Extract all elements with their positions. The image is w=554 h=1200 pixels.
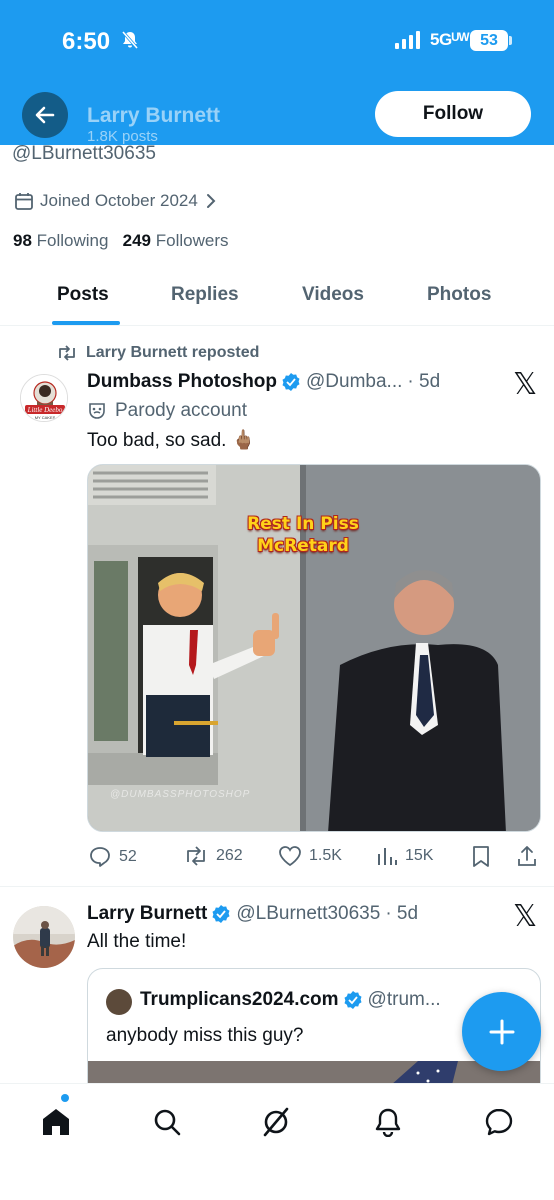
bell-muted-icon (121, 31, 139, 49)
post-text: Too bad, so sad. 🖕🏽 (87, 430, 256, 451)
tab-videos[interactable]: Videos (302, 284, 364, 306)
nav-home[interactable] (36, 1102, 76, 1142)
search-icon (154, 1109, 181, 1136)
svg-text:Little Deebo: Little Deebo (27, 406, 63, 414)
battery-cap (509, 36, 512, 45)
post-media-image[interactable]: Rest In Piss McRetard @DUMBASSPHOTOSHOP (87, 464, 541, 832)
nav-search[interactable] (147, 1102, 187, 1142)
status-time: 6:50 (62, 28, 111, 55)
views-chart-icon (378, 848, 397, 865)
author-handle[interactable]: @LBurnett30635 (236, 903, 380, 925)
tab-photos[interactable]: Photos (427, 284, 491, 306)
like-count: 1.5K (309, 847, 342, 864)
repost-count: 262 (216, 847, 243, 864)
battery-indicator: 53 (470, 30, 508, 51)
bookmark-icon (473, 846, 489, 867)
nav-grok[interactable] (256, 1102, 296, 1142)
profile-header: 6:50 5Gᵁᵂ 53 Larry Burnett 1.8K posts Fo… (0, 0, 554, 145)
parody-mask-icon (89, 403, 105, 419)
profile-handle: @LBurnett30635 (12, 143, 156, 164)
following-count: 98 (13, 231, 32, 250)
nav-notifications[interactable] (368, 1102, 408, 1142)
profile-photo (13, 906, 75, 968)
repost-icon (187, 846, 205, 866)
notifications-icon (375, 1108, 401, 1137)
post-header: Dumbass Photoshop @Dumba... · 5d (87, 371, 440, 393)
chevron-right-icon (206, 194, 216, 208)
follow-button[interactable]: Follow (375, 91, 531, 137)
author-name[interactable]: Dumbass Photoshop (87, 371, 277, 393)
repost-icon (59, 345, 75, 361)
media-watermark: @DUMBASSPHOTOSHOP (110, 789, 251, 800)
like-button[interactable]: 1.5K (278, 845, 342, 867)
verified-badge-icon (212, 905, 230, 923)
quote-author-handle: @trum... (367, 989, 441, 1010)
reply-count: 52 (119, 848, 137, 865)
arrow-left-icon (35, 106, 55, 124)
post-age: · 5d (385, 903, 419, 924)
verified-badge-icon (282, 373, 300, 391)
post-age: · 5d (407, 371, 441, 392)
home-icon (43, 1109, 69, 1135)
notification-dot (61, 1094, 69, 1102)
parody-label: Parody account (87, 400, 247, 422)
avatar[interactable] (13, 906, 75, 968)
post-actions: 52 262 1.5K 15K (0, 845, 554, 869)
network-type: 5Gᵁᵂ (430, 30, 469, 49)
repost-button[interactable]: 262 (183, 845, 243, 867)
followers-link[interactable]: 249 Followers (123, 231, 229, 250)
follow-stats: 98 Following 249 Followers (13, 231, 229, 251)
share-icon (518, 846, 536, 866)
followers-count: 249 (122, 231, 152, 250)
quote-header: Trumplicans2024.com @trum... (140, 989, 441, 1011)
active-tab-indicator (52, 321, 120, 325)
compose-button[interactable] (462, 992, 541, 1071)
post-text: All the time! (87, 931, 187, 952)
messages-icon (485, 1108, 513, 1136)
heart-icon (279, 846, 301, 867)
profile-tabs: Posts Replies Videos Photos (0, 268, 554, 326)
following-link[interactable]: 98 Following (13, 231, 108, 250)
author-handle[interactable]: @Dumba... (306, 371, 402, 393)
bookmark-button[interactable] (471, 845, 491, 867)
grok-icon (263, 1107, 289, 1137)
avatar (106, 989, 132, 1015)
little-deebo-logo: Little Deebo MY CAKES (21, 375, 67, 421)
share-button[interactable] (516, 845, 538, 867)
post-divider (0, 886, 554, 887)
views-button[interactable]: 15K (376, 845, 433, 867)
repost-label: Larry Burnett reposted (86, 344, 260, 361)
joined-date[interactable]: Joined October 2024 (14, 191, 218, 211)
quote-author-name: Trumplicans2024.com (140, 989, 339, 1010)
reply-button[interactable]: 52 (88, 845, 137, 869)
views-count: 15K (405, 847, 434, 864)
reply-icon (90, 847, 110, 867)
calendar-icon (15, 193, 33, 210)
verified-badge-icon (344, 991, 362, 1009)
tab-replies[interactable]: Replies (171, 284, 239, 306)
plus-icon (489, 1019, 514, 1044)
joined-label: Joined October 2024 (40, 191, 198, 210)
followers-label: Followers (155, 231, 229, 250)
x-logo-icon: 𝕏 (513, 900, 538, 933)
header-name: Larry Burnett (87, 104, 221, 127)
post-header: Larry Burnett @LBurnett30635 · 5d (87, 903, 418, 925)
following-label: Following (36, 231, 109, 250)
bottom-navigation (0, 1083, 554, 1200)
tab-posts[interactable]: Posts (57, 284, 109, 306)
repost-indicator: Larry Burnett reposted (56, 344, 259, 362)
media-caption: Rest In Piss McRetard (247, 514, 359, 556)
author-name[interactable]: Larry Burnett (87, 903, 207, 925)
avatar[interactable]: Little Deebo MY CAKES (20, 374, 68, 422)
x-logo-icon: 𝕏 (513, 368, 538, 401)
quote-text: anybody miss this guy? (106, 1025, 304, 1046)
parody-text: Parody account (115, 400, 248, 421)
svg-text:MY CAKES: MY CAKES (35, 415, 56, 420)
nav-messages[interactable] (479, 1102, 519, 1142)
back-button[interactable] (22, 92, 68, 138)
signal-icon (395, 31, 420, 49)
